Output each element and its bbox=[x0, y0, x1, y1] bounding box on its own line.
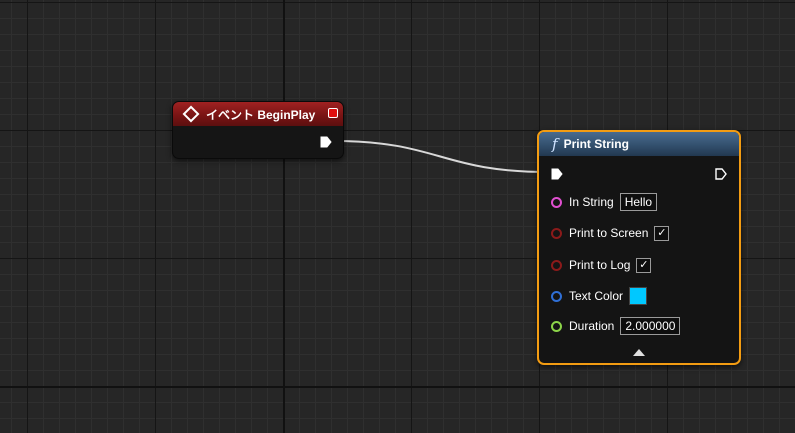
pin-label: Print to Log bbox=[569, 258, 631, 272]
exec-wire[interactable] bbox=[332, 140, 550, 173]
event-node-header[interactable]: イベント BeginPlay bbox=[173, 102, 343, 126]
expand-advanced-arrow-icon[interactable] bbox=[633, 349, 645, 356]
pin-label: Text Color bbox=[569, 289, 624, 303]
bool-pin-icon[interactable] bbox=[551, 227, 562, 239]
pin-row-in-string[interactable]: In String Hello bbox=[551, 193, 658, 211]
exec-out-pin-icon[interactable] bbox=[715, 168, 727, 180]
exec-in-pin-icon[interactable] bbox=[551, 168, 563, 180]
event-begin-play-node[interactable]: イベント BeginPlay bbox=[172, 101, 344, 159]
string-pin-icon[interactable] bbox=[551, 196, 562, 208]
function-icon: f bbox=[552, 135, 558, 153]
event-node-title: イベント BeginPlay bbox=[206, 107, 316, 122]
pin-label: Duration bbox=[569, 319, 615, 333]
print-to-log-checkbox[interactable]: ✓ bbox=[636, 257, 652, 273]
print-string-node[interactable]: f Print String In String Hello Print to … bbox=[537, 130, 741, 365]
pin-row-print-to-log[interactable]: Print to Log ✓ bbox=[551, 256, 652, 274]
exec-out-pin-icon[interactable] bbox=[320, 136, 332, 148]
struct-pin-icon[interactable] bbox=[551, 290, 562, 302]
text-color-swatch[interactable] bbox=[629, 287, 648, 305]
pin-label: Print to Screen bbox=[569, 226, 649, 240]
delegate-pin[interactable] bbox=[328, 108, 338, 118]
pin-row-duration[interactable]: Duration 2.000000 bbox=[551, 317, 681, 335]
pin-row-text-color[interactable]: Text Color bbox=[551, 287, 648, 305]
print-to-screen-checkbox[interactable]: ✓ bbox=[654, 225, 670, 241]
pin-row-print-to-screen[interactable]: Print to Screen ✓ bbox=[551, 224, 670, 242]
float-pin-icon[interactable] bbox=[551, 320, 562, 332]
print-node-title: Print String bbox=[563, 137, 629, 151]
bool-pin-icon[interactable] bbox=[551, 259, 562, 271]
blueprint-graph-canvas[interactable]: イベント BeginPlay f Print String In String … bbox=[0, 0, 795, 433]
in-string-input[interactable]: Hello bbox=[619, 193, 658, 211]
pin-label: In String bbox=[569, 195, 614, 209]
event-diamond-icon bbox=[182, 105, 200, 123]
duration-input[interactable]: 2.000000 bbox=[620, 317, 681, 335]
print-node-header[interactable]: f Print String bbox=[539, 132, 739, 156]
